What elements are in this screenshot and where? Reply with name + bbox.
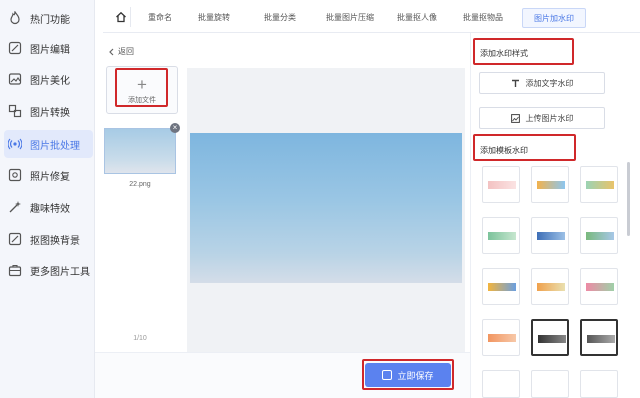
image-icon	[8, 72, 22, 86]
tab-rename[interactable]: 重命名	[139, 8, 181, 28]
toolbox-icon	[8, 263, 22, 277]
tab-add-watermark[interactable]: 图片加水印	[522, 8, 586, 28]
sidebar-item-label: 热门功能	[30, 14, 70, 26]
sidebar-item-more-tools[interactable]: 更多图片工具	[4, 256, 93, 284]
watermark-template[interactable]	[531, 268, 569, 305]
highlight-box-template-title	[473, 134, 576, 161]
watermark-template[interactable]	[580, 370, 618, 398]
convert-icon	[8, 104, 22, 118]
sidebar-item-label: 照片修复	[30, 171, 70, 183]
watermark-template[interactable]	[580, 268, 618, 305]
back-link[interactable]: 返回	[108, 46, 134, 57]
thumbnail-filename: 22.png	[129, 181, 151, 188]
upload-image-watermark-label: 上传图片水印	[525, 113, 574, 123]
panel-scrollbar[interactable]	[627, 162, 630, 236]
watermark-template[interactable]	[580, 319, 618, 356]
sidebar-item-convert[interactable]: 图片转换	[4, 97, 93, 125]
home-button[interactable]	[111, 7, 131, 27]
sidebar-item-beautify[interactable]: 图片美化	[4, 65, 93, 93]
sidebar-item-label: 图片美化	[30, 75, 70, 87]
tab-batch-rotate[interactable]: 批量旋转	[187, 8, 241, 28]
watermark-template[interactable]	[482, 217, 520, 254]
sidebar-item-label: 趣味特效	[30, 203, 70, 215]
text-icon	[511, 79, 519, 87]
sidebar-item-cutout[interactable]: 抠图换背景	[4, 225, 93, 253]
sidebar-item-edit[interactable]: 图片编辑	[4, 34, 93, 62]
edit-icon	[8, 41, 22, 55]
magic-icon	[8, 200, 22, 214]
watermark-template[interactable]	[580, 166, 618, 203]
add-text-watermark-label: 添加文字水印	[525, 78, 574, 88]
sidebar-item-label: 图片批处理	[30, 140, 80, 152]
close-icon[interactable]: ×	[170, 123, 180, 133]
watermark-template[interactable]	[531, 319, 569, 356]
sidebar: 热门功能 图片编辑 图片美化 图片转换 图片批处理 照片修复 趣味特效 抠图换背…	[0, 0, 95, 398]
tab-batch-compress[interactable]: 批量图片压缩	[317, 8, 383, 28]
chevron-left-icon	[109, 48, 114, 55]
tab-bar: 重命名 批量旋转 批量分类 批量图片压缩 批量抠人像 批量抠物品 图片加水印	[103, 0, 640, 33]
highlight-box-save	[362, 359, 454, 390]
tab-batch-portrait-cutout[interactable]: 批量抠人像	[389, 8, 445, 28]
upload-image-watermark-button[interactable]: 上传图片水印	[479, 107, 605, 129]
add-text-watermark-button[interactable]: 添加文字水印	[479, 72, 605, 94]
watermark-template[interactable]	[531, 166, 569, 203]
sidebar-item-label: 更多图片工具	[30, 266, 90, 278]
sidebar-item-label: 图片编辑	[30, 44, 70, 56]
home-icon	[115, 11, 126, 23]
watermark-template[interactable]	[482, 166, 520, 203]
tab-batch-classify[interactable]: 批量分类	[253, 8, 307, 28]
watermark-template[interactable]	[482, 268, 520, 305]
sidebar-item-label: 图片转换	[30, 107, 70, 119]
tab-batch-object-cutout[interactable]: 批量抠物品	[455, 8, 511, 28]
sidebar-item-repair[interactable]: 照片修复	[4, 161, 93, 189]
watermark-template[interactable]	[482, 319, 520, 356]
watermark-template[interactable]	[482, 370, 520, 398]
watermark-template[interactable]	[580, 217, 618, 254]
back-label: 返回	[118, 47, 134, 56]
watermark-template[interactable]	[531, 370, 569, 398]
sidebar-item-effects[interactable]: 趣味特效	[4, 193, 93, 221]
sidebar-item-batch[interactable]: 图片批处理	[4, 130, 93, 158]
preview-image	[190, 133, 462, 283]
highlight-box-style-title	[473, 38, 574, 65]
sidebar-item-hot[interactable]: 热门功能	[4, 4, 93, 32]
page-indicator: 1/10	[133, 335, 147, 342]
highlight-box-add-file	[115, 68, 168, 107]
repair-icon	[8, 168, 22, 182]
image-thumbnail[interactable]	[104, 128, 176, 174]
image-upload-icon	[510, 113, 520, 123]
sidebar-item-label: 抠图换背景	[30, 235, 80, 247]
cutout-icon	[8, 232, 22, 246]
batch-icon	[8, 137, 22, 151]
fire-icon	[8, 11, 22, 25]
watermark-template[interactable]	[531, 217, 569, 254]
